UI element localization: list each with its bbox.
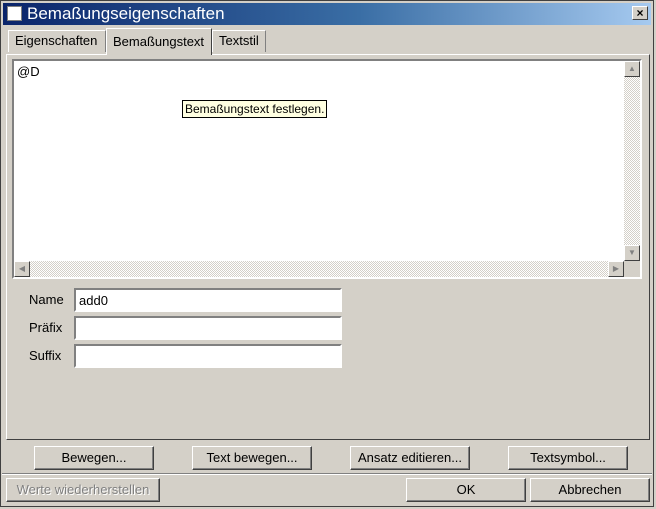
tab-bemassungstext[interactable]: Bemaßungstext (106, 28, 212, 55)
ok-button[interactable]: OK (406, 478, 526, 502)
name-input[interactable] (74, 288, 342, 312)
title-bar[interactable]: Bemaßungseigenschaften × (3, 3, 651, 25)
scroll-down-icon[interactable]: ▼ (624, 245, 640, 261)
name-label: Name (29, 292, 64, 307)
scroll-right-icon[interactable]: ▶ (608, 261, 624, 277)
dimension-text-editor[interactable]: @D ▲ ▼ ◀ ▶ (12, 59, 642, 279)
window-title: Bemaßungseigenschaften (27, 4, 225, 23)
scrollbar-corner (624, 261, 640, 277)
close-icon[interactable]: × (632, 6, 648, 20)
suffix-input[interactable] (74, 344, 342, 368)
move-text-button[interactable]: Text bewegen... (192, 446, 312, 470)
suffix-label: Suffix (29, 348, 62, 363)
editor-content: @D (17, 64, 40, 79)
tab-textstil[interactable]: Textstil (212, 30, 266, 52)
footer-separator (2, 473, 652, 475)
scroll-left-icon[interactable]: ◀ (14, 261, 30, 277)
edit-extension-button[interactable]: Ansatz editieren... (350, 446, 470, 470)
window-icon (7, 6, 22, 21)
restore-values-button[interactable]: Werte wiederherstellen (6, 478, 160, 502)
scroll-up-icon[interactable]: ▲ (624, 61, 640, 77)
prefix-label: Präfix (29, 320, 63, 335)
cancel-button[interactable]: Abbrechen (530, 478, 650, 502)
tooltip: Bemaßungstext festlegen. (182, 100, 328, 118)
vertical-scrollbar[interactable]: ▲ ▼ (624, 61, 640, 261)
move-button[interactable]: Bewegen... (34, 446, 154, 470)
horizontal-scrollbar[interactable]: ◀ ▶ (14, 261, 624, 277)
tab-eigenschaften[interactable]: Eigenschaften (8, 30, 106, 52)
prefix-input[interactable] (74, 316, 342, 340)
text-symbol-button[interactable]: Textsymbol... (508, 446, 628, 470)
